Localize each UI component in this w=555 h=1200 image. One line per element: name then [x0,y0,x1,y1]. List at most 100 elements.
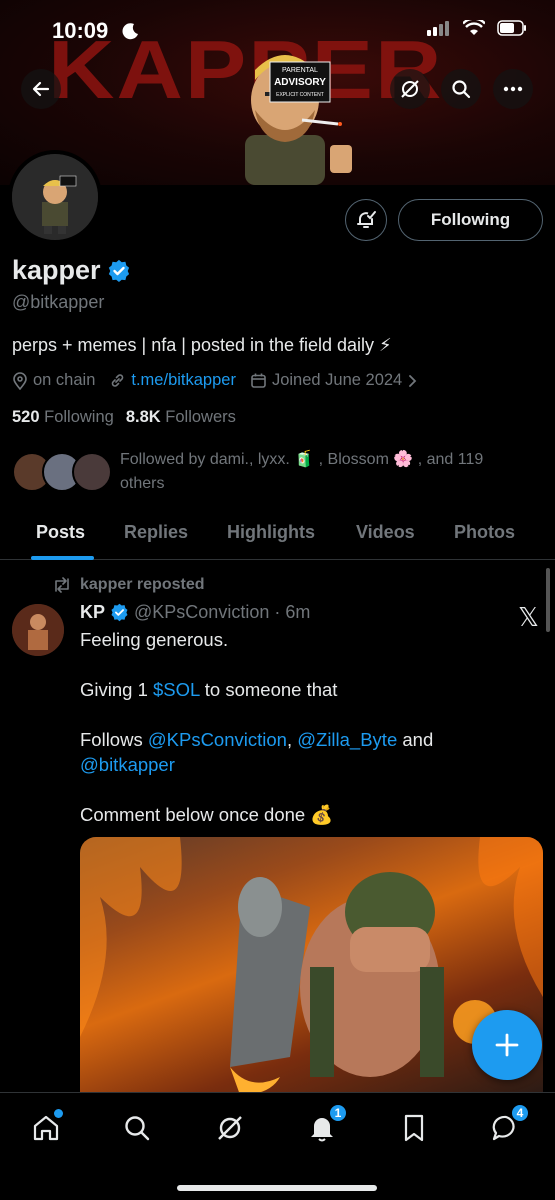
back-button[interactable] [21,69,61,109]
status-bar: 10:09 [0,0,555,60]
banner-character-illustration: PARENTAL ADVISORY EXPLICIT CONTENT [245,55,352,185]
profile-link[interactable]: t.me/bitkapper [131,371,236,390]
post-text-fragment: and [397,729,434,750]
notifications-badge: 1 [328,1103,348,1123]
tab-highlights[interactable]: Highlights [227,522,315,543]
notifications-subscribe-button[interactable] [345,199,387,241]
follow-stats: 520 Following 8.8K Followers [12,408,236,427]
bottom-navigation: 1 4 [0,1092,555,1200]
post-line: Feeling generous. [80,629,229,650]
cashtag-link[interactable]: $SOL [153,679,200,700]
link-icon [112,374,124,387]
joined-item[interactable]: Joined June 2024 [250,371,417,390]
profile-tabs: Posts Replies Highlights Videos Photos [0,508,555,560]
tab-videos[interactable]: Videos [356,522,415,543]
post-header: KP @KPsConviction · 6m [80,602,310,623]
grok-button[interactable] [390,69,430,109]
verified-badge-icon[interactable] [107,259,131,283]
tab-replies[interactable]: Replies [124,522,188,543]
link-item[interactable]: t.me/bitkapper [109,371,236,390]
followed-by-text: Followed by dami., lyxx. 🧃 , Blossom 🌸 ,… [120,451,484,492]
following-stat[interactable]: 520 Following [12,408,114,427]
location-item: on chain [12,371,95,390]
bookmark-icon [404,1114,424,1142]
messages-badge: 4 [510,1103,530,1123]
verified-badge-icon [111,603,128,622]
nav-messages[interactable]: 4 [486,1103,530,1145]
followers-count: 8.8K [125,408,161,426]
profile-meta: on chain t.me/bitkapper Joined June 2024 [12,371,431,390]
followers-stat[interactable]: 8.8K Followers [126,408,236,427]
repost-label: kapper reposted [80,576,205,593]
repost-indicator[interactable]: kapper reposted [52,576,204,594]
follower-avatar [72,452,112,492]
location-text: on chain [33,371,96,389]
status-time: 10:09 [52,18,109,43]
post-text-fragment: , [286,729,298,750]
post-body: Feeling generous. Giving 1 $SOL to someo… [80,627,530,852]
following-label: Following [44,408,114,426]
post-line: Comment below once done 💰 [80,804,334,825]
joined-text: Joined June 2024 [271,371,403,389]
avatar-image [12,154,98,240]
profile-name: kapper [12,255,101,285]
mention-link[interactable]: @Zilla_Byte [297,729,397,750]
active-tab-indicator [31,556,94,560]
advisory-line-3: EXPLICIT CONTENT [276,92,324,98]
nav-grok[interactable] [210,1111,250,1145]
repost-icon [55,577,69,593]
followers-label: Followers [165,408,236,426]
calendar-icon [251,373,266,388]
profile-bio: perps + memes | nfa | posted in the fiel… [12,335,392,355]
post-line: Giving 1 $SOL to someone that [80,677,530,702]
nav-home[interactable] [26,1109,66,1145]
battery-icon [497,20,526,36]
plus-icon [495,1033,519,1057]
status-icons [427,20,527,36]
post-line: Follows @KPsConviction, @Zilla_Byte and @… [80,727,530,777]
location-pin-icon [13,371,27,390]
mention-link[interactable]: @KPsConviction [148,729,287,750]
nav-bookmarks[interactable] [394,1111,434,1145]
grok-icon [218,1116,242,1140]
following-count: 520 [12,408,40,426]
post-author-handle[interactable]: @KPsConviction [134,602,269,623]
followed-by-section[interactable]: Followed by dami., lyxx. 🧃 , Blossom 🌸 ,… [12,448,542,500]
following-button[interactable]: Following [398,199,543,241]
post-text-fragment: to someone that [199,679,338,700]
tab-posts[interactable]: Posts [36,522,85,543]
mention-link[interactable]: @bitkapper [80,754,175,775]
followed-by-avatars [12,452,112,496]
advisory-line-2: ADVISORY [274,77,326,88]
bell-check-icon [357,211,376,228]
search-icon [452,80,471,99]
post-time: 6m [285,602,311,622]
more-dots-icon [503,86,523,92]
grok-icon [401,80,419,98]
home-unread-dot [54,1109,63,1118]
compose-post-button[interactable] [472,1010,542,1080]
arrow-left-icon [32,81,50,97]
post-text-fragment: Follows [80,729,148,750]
more-options-button[interactable] [493,69,533,109]
search-button[interactable] [441,69,481,109]
nav-notifications[interactable]: 1 [302,1103,348,1145]
profile-name-row: kapper [12,255,131,286]
home-indicator[interactable] [177,1185,377,1191]
chevron-right-icon [409,374,417,387]
wifi-icon [463,20,485,35]
post-author-name[interactable]: KP [80,602,105,623]
post-text-fragment: Giving 1 [80,679,154,700]
advisory-line-1: PARENTAL [282,67,318,74]
tab-photos[interactable]: Photos [454,522,515,543]
cellular-signal-icon [427,21,449,36]
post-separator: · [274,602,281,622]
scrollbar[interactable] [546,568,550,632]
post-author-avatar-image [12,604,64,656]
nav-explore[interactable] [117,1111,157,1145]
profile-avatar[interactable] [8,150,102,244]
focus-moon-icon [122,23,138,40]
profile-handle: @bitkapper [12,292,105,312]
post-author-avatar[interactable] [12,604,64,656]
search-icon [125,1116,150,1141]
